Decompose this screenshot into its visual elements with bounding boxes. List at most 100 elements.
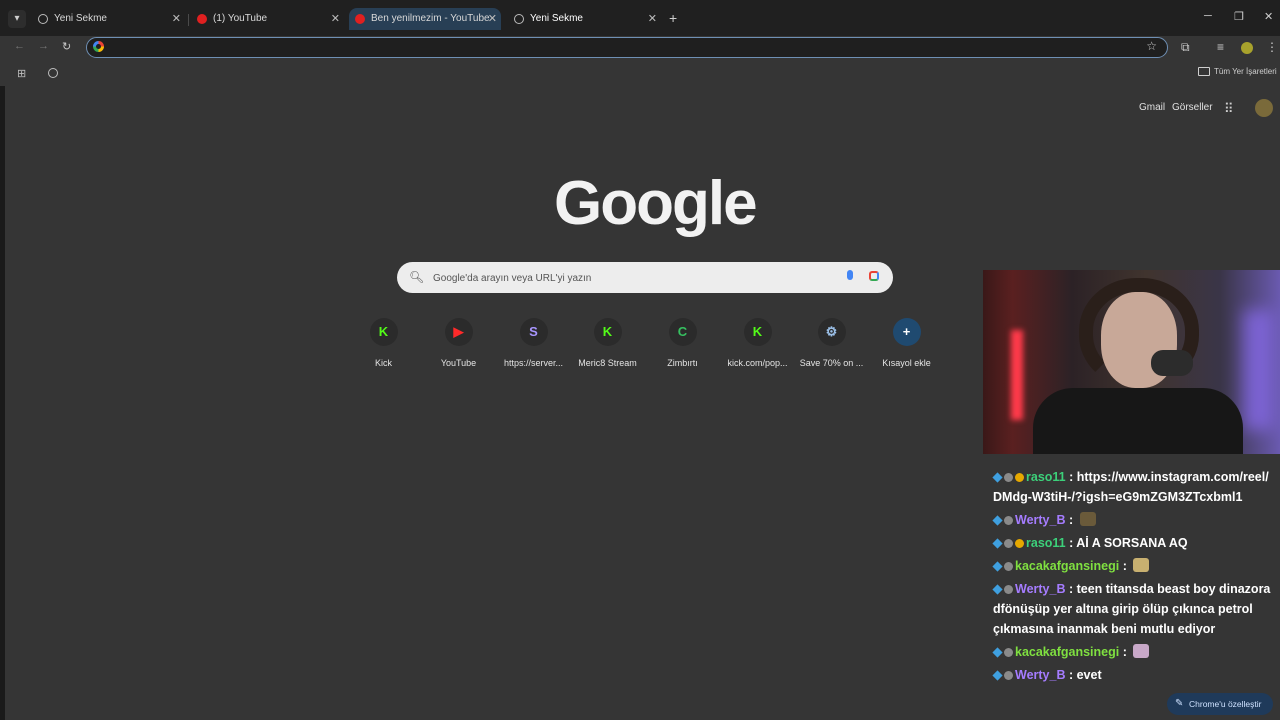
tab-new-tab-2[interactable]: Yeni Sekme ✕ <box>514 8 657 30</box>
back-icon[interactable]: ← <box>14 40 25 52</box>
window-close-icon[interactable]: ✕ <box>1264 10 1273 23</box>
customize-chrome-button[interactable]: ✎ Chrome'u özelleştir <box>1167 693 1273 715</box>
shortcut-icon: K <box>593 318 622 346</box>
shortcut-label: Meric8 Stream <box>578 358 637 368</box>
chat-separator: : <box>1065 536 1077 550</box>
forward-icon[interactable]: → <box>38 40 49 52</box>
menu-icon[interactable]: ⋮ <box>1266 40 1278 54</box>
shortcut-glyph: ▶ <box>453 324 464 339</box>
microphone <box>1151 350 1193 376</box>
shortcut-icon: S <box>519 318 548 346</box>
chat-username: Werty_B <box>1015 668 1066 682</box>
chat-separator: : <box>1065 470 1077 484</box>
tab-ben-yenilmezim[interactable]: Ben yenilmezim - YouTube ✕ <box>349 8 501 30</box>
chat-message: kacakafgansinegi : <box>992 642 1273 662</box>
tab-search-button[interactable]: ▾ <box>8 10 26 28</box>
chat-username: raso11 <box>1026 536 1066 550</box>
apps-icon[interactable]: ⊞ <box>17 67 26 80</box>
tab-title: (1) YouTube <box>213 13 268 24</box>
badge-icon <box>1004 671 1013 680</box>
window-edge <box>0 86 5 720</box>
globe-icon <box>38 14 48 24</box>
close-icon[interactable]: ✕ <box>331 8 340 30</box>
shortcut-icon: ▶ <box>444 318 473 346</box>
bookmarks-bar: ⊞ Tüm Yer İşaretleri <box>0 62 1280 84</box>
minimize-icon[interactable]: ─ <box>1204 10 1212 22</box>
profile-icon[interactable] <box>1241 42 1253 54</box>
globe-icon[interactable] <box>48 68 58 78</box>
media-controls-icon[interactable]: ≡ <box>1217 40 1224 54</box>
all-bookmarks[interactable]: Tüm Yer İşaretleri <box>1198 67 1277 77</box>
chat-text: evet <box>1076 668 1102 682</box>
red-light <box>1011 330 1023 420</box>
images-link[interactable]: Görseller <box>1172 102 1213 113</box>
shortcut-icon: ⚙ <box>817 318 846 346</box>
shortcut-icon: C <box>668 318 697 346</box>
shortcut-tile[interactable]: C Zimbırtı <box>645 318 720 368</box>
folder-icon <box>1198 67 1210 77</box>
close-icon[interactable]: ✕ <box>172 8 181 30</box>
badge-icon <box>992 670 1003 681</box>
chat-separator: : <box>1119 645 1131 659</box>
reload-icon[interactable]: ↻ <box>62 40 71 53</box>
badge-icon <box>1015 473 1024 482</box>
youtube-icon <box>355 14 365 24</box>
shortcut-icon: K <box>743 318 772 346</box>
youtube-icon <box>197 14 207 24</box>
badge-icon <box>992 561 1003 572</box>
badge-icon <box>1004 648 1013 657</box>
badge-icon <box>1004 585 1013 594</box>
shortcut-glyph: C <box>677 324 688 339</box>
lens-icon[interactable] <box>869 271 879 281</box>
badge-icon <box>992 647 1003 658</box>
search-icon: 🔍︎ <box>409 270 425 284</box>
shortcut-label: Zimbırtı <box>667 358 698 368</box>
tab-youtube[interactable]: (1) YouTube ✕ <box>197 8 340 30</box>
chat-message: raso11 : https://www.instagram.com/reel/… <box>992 467 1273 507</box>
webcam-overlay <box>983 270 1280 454</box>
close-icon[interactable]: ✕ <box>488 8 497 30</box>
google-icon <box>93 41 104 52</box>
shortcut-tile[interactable]: + Kısayol ekle <box>869 318 944 368</box>
emote-icon <box>1079 512 1096 526</box>
microphone-icon[interactable] <box>847 270 853 280</box>
search-box[interactable]: 🔍︎ <box>397 262 893 293</box>
restore-icon[interactable]: ❐ <box>1234 10 1244 23</box>
badge-icon <box>992 538 1003 549</box>
extensions-icon[interactable]: ⧉ <box>1181 40 1190 55</box>
google-apps-icon[interactable]: ⠿ <box>1224 101 1234 117</box>
shortcut-tile[interactable]: K Kick <box>346 318 421 368</box>
globe-icon <box>514 14 524 24</box>
shortcut-glyph: K <box>378 324 389 339</box>
close-icon[interactable]: ✕ <box>648 8 657 30</box>
tab-new-tab-1[interactable]: Yeni Sekme ✕ <box>38 8 181 30</box>
shortcut-label: https://server... <box>503 358 564 368</box>
emote-icon <box>1133 558 1150 572</box>
tab-title: Ben yenilmezim - YouTube <box>371 13 490 24</box>
emote-icon <box>1133 644 1150 658</box>
tab-title: Yeni Sekme <box>530 13 583 24</box>
shortcut-tile[interactable]: Shttps://server... <box>496 318 571 368</box>
chat-separator: : <box>1065 582 1077 596</box>
shortcut-tile[interactable]: ▶ YouTube <box>421 318 496 368</box>
shortcut-glyph: K <box>752 324 763 339</box>
shortcut-label: Kısayol ekle <box>882 358 931 368</box>
bookmark-star-icon[interactable]: ☆ <box>1146 39 1157 53</box>
shortcut-tile[interactable]: Kkick.com/pop... <box>720 318 795 368</box>
avatar[interactable] <box>1255 99 1273 117</box>
shortcut-tile[interactable]: K Meric8 Stream <box>570 318 645 368</box>
gmail-link[interactable]: Gmail <box>1139 102 1165 113</box>
chat-message: Werty_B : <box>992 510 1273 530</box>
address-bar[interactable]: ☆ <box>86 37 1168 58</box>
shortcut-tile[interactable]: ⚙ Save 70% on ... <box>794 318 869 368</box>
badge-icon <box>1004 473 1013 482</box>
chat-separator: : <box>1065 513 1077 527</box>
new-tab-button[interactable]: + <box>669 10 677 26</box>
search-input[interactable] <box>431 268 835 289</box>
tab-strip: ▾ Yeni Sekme ✕ (1) YouTube ✕ Ben yenilme… <box>0 0 1280 36</box>
shortcut-label: Save 70% on ... <box>799 358 864 368</box>
chat-overlay: raso11 : https://www.instagram.com/reel/… <box>992 467 1273 688</box>
chat-username: Werty_B <box>1015 582 1066 596</box>
badge-icon <box>992 515 1003 526</box>
shortcut-glyph: + <box>902 324 911 339</box>
